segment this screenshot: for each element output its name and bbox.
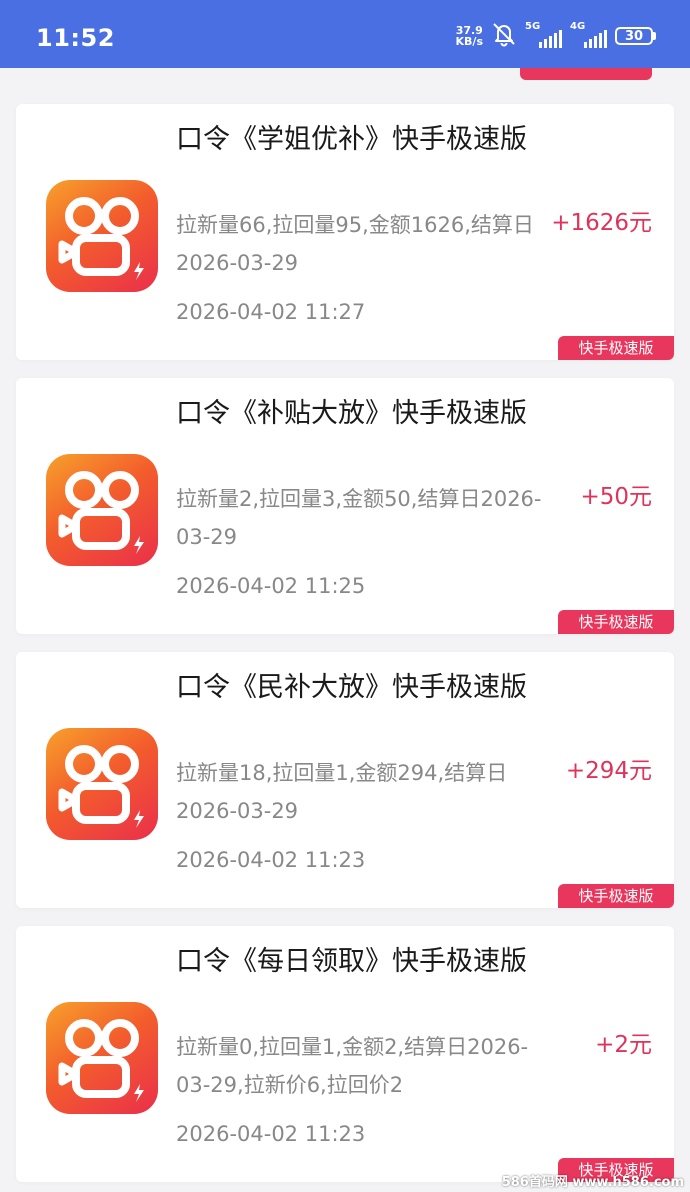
record-desc: 拉新量66,拉回量95,金额1626,结算日2026-03-29 [176,213,534,275]
record-tag: 快手极速版 [558,610,674,634]
record-title: 口令《补贴大放》快手极速版 [176,398,527,429]
signal-5g-label: 5G [525,21,541,32]
record-desc: 拉新量0,拉回量1,金额2,结算日2026-03-29,拉新价6,拉回价2 [176,1035,529,1097]
record-desc: 拉新量2,拉回量3,金额50,结算日2026-03-29 [176,487,542,549]
record-title: 口令《学姐优补》快手极速版 [176,124,527,155]
kuaishou-app-icon [46,728,158,840]
record-title: 口令《民补大放》快手极速版 [176,672,527,703]
kuaishou-app-icon [46,454,158,566]
record-desc: 拉新量18,拉回量1,金额294,结算日2026-03-29 [176,761,508,823]
signal-5g-icon: 5G [525,21,562,48]
status-time: 11:52 [36,24,115,52]
record-card[interactable]: 口令《补贴大放》快手极速版 拉新量2,拉回量3,金额50,结算日2026-03-… [16,378,674,634]
record-time: 2026-04-02 11:23 [176,848,366,872]
record-title: 口令《每日领取》快手极速版 [176,946,527,977]
kuaishou-app-icon [46,180,158,292]
mute-bell-icon [491,21,517,51]
record-amount: +294元 [565,758,652,784]
record-time: 2026-04-02 11:25 [176,574,366,598]
record-card[interactable]: 口令《每日领取》快手极速版 拉新量0,拉回量1,金额2,结算日2026-03-2… [16,926,674,1182]
kuaishou-app-icon [46,1002,158,1114]
record-amount: +2元 [595,1032,652,1058]
battery-level: 30 [615,27,653,45]
status-indicators: 37.9 KB/s 5G 4G 30 [456,20,656,52]
signal-4g-icon: 4G [570,21,607,48]
watermark: 586首码网 www.h586.com [501,1175,684,1190]
record-tag: 快手极速版 [558,884,674,908]
signal-4g-label: 4G [570,21,586,32]
record-tag: 快手极速版 [558,336,674,360]
top-partial-button[interactable] [520,68,652,80]
record-amount: +50元 [580,484,652,510]
record-time: 2026-04-02 11:23 [176,1122,366,1146]
record-card[interactable]: 口令《民补大放》快手极速版 拉新量18,拉回量1,金额294,结算日2026-0… [16,652,674,908]
status-bar: 11:52 37.9 KB/s 5G 4G 30 [0,0,690,68]
record-time: 2026-04-02 11:27 [176,300,366,324]
record-card[interactable]: 口令《学姐优补》快手极速版 拉新量66,拉回量95,金额1626,结算日2026… [16,104,674,360]
net-speed: 37.9 KB/s [456,25,483,47]
battery-icon: 30 [615,27,656,45]
net-speed-unit: KB/s [455,35,483,48]
record-amount: +1626元 [551,210,652,236]
